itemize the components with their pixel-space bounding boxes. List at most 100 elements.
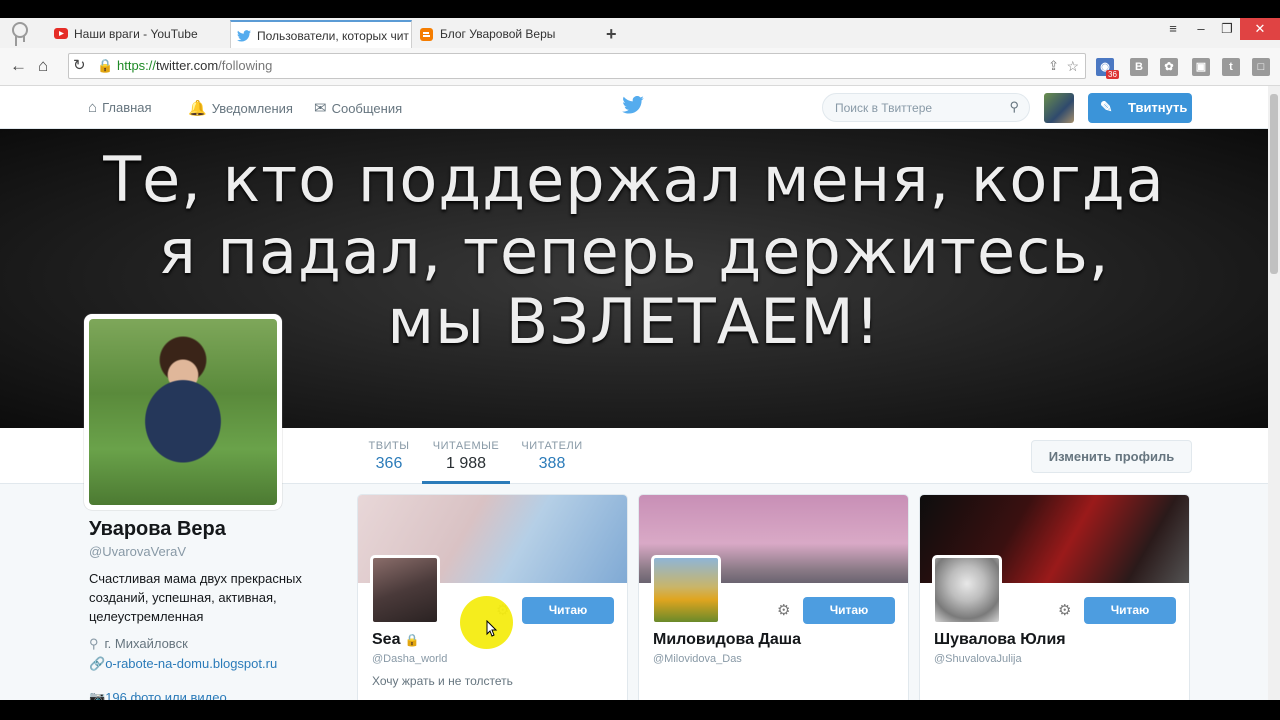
tweet-button[interactable]: ✎ Твитнуть <box>1088 93 1192 123</box>
card-bio: Хочу жрать и не толстеть <box>372 674 513 688</box>
home-icon[interactable]: ⌂ <box>38 56 48 76</box>
card-avatar[interactable] <box>651 555 721 625</box>
following-button[interactable]: Читаю <box>803 597 895 624</box>
twitter-icon <box>237 30 251 42</box>
stat-following[interactable]: ЧИТАЕМЫЕ 1 988 <box>426 440 506 473</box>
nav-home-label: Главная <box>102 100 152 115</box>
bottom-black-bar <box>0 700 1280 720</box>
extension-badge: 36 <box>1106 70 1119 79</box>
bell-icon: 🔔 <box>188 100 207 117</box>
profile-website[interactable]: 🔗o-rabote-na-domu.blogspot.ru <box>89 656 339 672</box>
nav-notifications[interactable]: 🔔 Уведомления <box>188 99 293 117</box>
tab-twitter-following[interactable]: Пользователи, которых чит <box>230 20 412 48</box>
screen: Наши враги - YouTube Пользователи, котор… <box>0 0 1280 720</box>
twitter-top-nav: ⌂ Главная 🔔 Уведомления ✉ Сообщения Поиск в… <box>0 86 1268 129</box>
url-host: twitter.com <box>156 58 219 73</box>
lock-icon: 🔒 <box>97 58 114 73</box>
reload-icon[interactable]: ↻ <box>73 54 86 78</box>
card-handle[interactable]: @Dasha_world <box>372 653 447 665</box>
vk-icon[interactable]: B <box>1130 58 1148 76</box>
page-scrollbar[interactable] <box>1268 86 1280 700</box>
photos-text[interactable]: 196 фото или видео <box>105 690 227 700</box>
browser-tab-strip: Наши враги - YouTube Пользователи, котор… <box>0 18 1280 48</box>
home-nav-icon: ⌂ <box>88 99 98 116</box>
blogger-icon <box>420 28 434 41</box>
odnoklassniki-icon[interactable]: ✿ <box>1160 58 1178 76</box>
card-name-text: Sea <box>372 631 401 648</box>
card-avatar[interactable] <box>932 555 1002 625</box>
photo-icon[interactable]: ▣ <box>1192 58 1210 76</box>
card-name[interactable]: Миловидова Даша <box>653 631 801 649</box>
stat-value: 366 <box>375 455 403 472</box>
compose-icon: ✎ <box>1100 99 1113 116</box>
twitter-bird-icon[interactable] <box>622 95 644 116</box>
edit-profile-button[interactable]: Изменить профиль <box>1031 440 1192 473</box>
envelope-icon: ✉ <box>314 100 327 117</box>
back-icon[interactable]: ← <box>10 56 27 76</box>
profile-sidebar: Уварова Вера @UvarovaVeraV Счастливая ма… <box>89 518 339 700</box>
search-icon[interactable]: ⚲ <box>1009 99 1019 115</box>
user-card[interactable]: ⚙ Читаю Шувалова Юлия @ShuvalovaJulija <box>919 494 1190 700</box>
stat-label: ТВИТЫ <box>368 440 410 452</box>
card-avatar[interactable] <box>370 555 440 625</box>
location-pin-icon: ⚲ <box>89 636 99 651</box>
tab-blog[interactable]: Блог Уваровой Веры <box>414 20 594 48</box>
profile-bio: Счастливая мама двух прекрасных созданий… <box>89 571 302 624</box>
mouse-cursor-icon <box>486 619 498 638</box>
camera-icon: 📷 <box>89 690 106 700</box>
stat-value: 1 988 <box>445 455 487 472</box>
profile-photo <box>89 319 277 505</box>
nav-notifications-label: Уведомления <box>211 101 293 116</box>
profile-avatar[interactable] <box>84 314 282 510</box>
card-handle[interactable]: @ShuvalovaJulija <box>934 653 1022 665</box>
new-tab-button[interactable]: + <box>606 24 617 45</box>
maximize-icon[interactable]: ❐ <box>1212 18 1242 40</box>
card-name[interactable]: Шувалова Юлия <box>934 631 1066 649</box>
search-input[interactable]: Поиск в Твиттере ⚲ <box>822 93 1030 122</box>
card-name[interactable]: Sea 🔒 <box>372 631 419 649</box>
following-button[interactable]: Читаю <box>1084 597 1176 624</box>
nav-messages-label: Сообщения <box>331 101 403 116</box>
youtube-icon <box>54 28 68 40</box>
tweet-button-label: Твитнуть <box>1128 100 1188 115</box>
nav-messages[interactable]: ✉ Сообщения <box>314 99 402 117</box>
menu-icon[interactable]: ≡ <box>1158 18 1188 40</box>
twitter-page: ⌂ Главная 🔔 Уведомления ✉ Сообщения Поиск в… <box>0 86 1268 700</box>
url-scheme: https:// <box>117 58 157 73</box>
bookmark-star-icon[interactable]: ☆ <box>1066 54 1079 78</box>
following-button[interactable]: Читаю <box>522 597 614 624</box>
tab-label: Пользователи, которых чит <box>257 29 409 43</box>
lock-icon: 🔒 <box>404 633 420 647</box>
url-field[interactable]: ↻ 🔒 https://twitter.com/following ⇪ ☆ <box>68 53 1086 79</box>
chat-icon[interactable]: □ <box>1252 58 1270 76</box>
profile-handle[interactable]: @UvarovaVeraV <box>89 544 339 559</box>
gear-icon[interactable]: ⚙ <box>1058 601 1071 619</box>
close-window-icon[interactable]: ✕ <box>1240 18 1280 40</box>
share-icon[interactable]: ⇪ <box>1048 54 1059 78</box>
card-handle[interactable]: @Milovidova_Das <box>653 653 742 665</box>
location-text: г. Михайловск <box>104 636 188 651</box>
profile-photos-link[interactable]: 📷196 фото или видео <box>89 690 339 700</box>
stat-label: ЧИТАТЕЛИ <box>521 440 583 452</box>
account-avatar[interactable] <box>1044 93 1074 123</box>
link-icon: 🔗 <box>89 656 106 671</box>
tab-label: Наши враги - YouTube <box>74 27 198 41</box>
scrollbar-thumb[interactable] <box>1270 94 1278 274</box>
stat-tweets[interactable]: ТВИТЫ 366 <box>360 440 418 473</box>
tab-label: Блог Уваровой Веры <box>440 27 556 41</box>
gear-icon[interactable]: ⚙ <box>777 601 790 619</box>
tab-youtube[interactable]: Наши враги - YouTube <box>48 20 228 48</box>
banner-text-line: я падал, теперь держитесь, <box>158 215 1110 288</box>
nav-home[interactable]: ⌂ Главная <box>88 99 152 116</box>
twitter-ext-icon[interactable]: t <box>1222 58 1240 76</box>
browser-profile-icon[interactable] <box>8 20 34 48</box>
banner-text-line: Те, кто поддержал меня, когда <box>103 143 1165 216</box>
profile-location: ⚲ г. Михайловск <box>89 636 339 652</box>
address-bar-row: ← ⌂ ↻ 🔒 https://twitter.com/following ⇪ … <box>0 48 1280 86</box>
stat-label: ЧИТАЕМЫЕ <box>432 440 500 452</box>
profile-name[interactable]: Уварова Вера <box>89 518 339 541</box>
website-text[interactable]: o-rabote-na-domu.blogspot.ru <box>105 656 277 671</box>
user-card[interactable]: ⚙ Читаю Миловидова Даша @Milovidova_Das <box>638 494 909 700</box>
stat-value: 388 <box>538 455 566 472</box>
stat-followers[interactable]: ЧИТАТЕЛИ 388 <box>516 440 588 473</box>
